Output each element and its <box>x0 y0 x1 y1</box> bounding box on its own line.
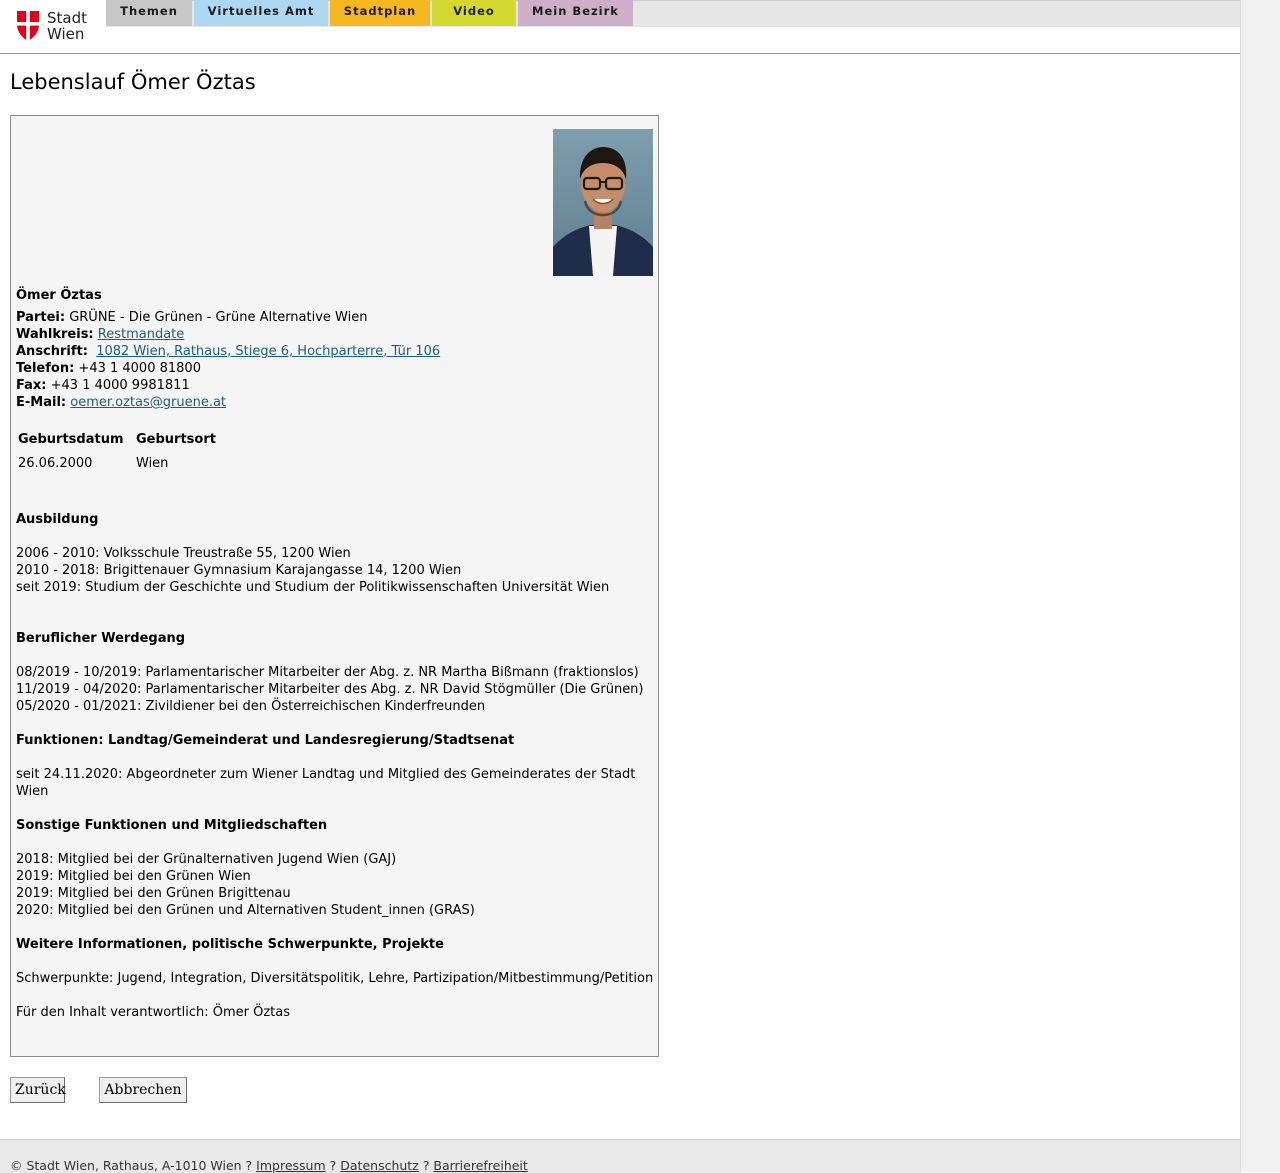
constituency-link[interactable]: Restmandate <box>98 327 185 342</box>
tab-video[interactable]: Video <box>432 0 516 26</box>
phone-row: Telefon: +43 1 4000 81800 <box>16 361 201 376</box>
section-line: Schwerpunkte: Jugend, Integration, Diver… <box>16 971 654 986</box>
person-name: Ömer Öztas <box>16 288 102 303</box>
section-line: 08/2019 - 10/2019: Parlamentarischer Mit… <box>16 665 639 680</box>
birth-date-value: 26.06.2000 <box>18 456 93 471</box>
section-title: Beruflicher Werdegang <box>16 631 186 646</box>
section-line: seit 24.11.2020: Abgeordneter zum Wiener… <box>16 767 636 799</box>
section-line: 2018: Mitglied bei der Grünalternativen … <box>16 852 397 867</box>
section-line: 2019: Mitglied bei den Grünen Brigittena… <box>16 886 291 901</box>
fax-row: Fax: +43 1 4000 9981811 <box>16 378 190 393</box>
section-ausbildung: Ausbildung 2006 - 2010: Volksschule Treu… <box>16 511 656 596</box>
address-row: Anschrift: 1082 Wien, Rathaus, Stiege 6,… <box>16 344 441 359</box>
cancel-button[interactable]: Abbrechen <box>99 1077 187 1103</box>
section-title: Weitere Informationen, politische Schwer… <box>16 937 444 952</box>
section-line: 2006 - 2010: Volksschule Treustraße 55, … <box>16 546 351 561</box>
fax-value: +43 1 4000 9981811 <box>50 378 190 393</box>
tab-stadtplan[interactable]: Stadtplan <box>330 0 430 26</box>
party-row: Partei: GRÜNE - Die Grünen - Grüne Alter… <box>16 310 368 325</box>
section-mitgliedschaften: Sonstige Funktionen und Mitgliedschaften… <box>16 817 656 919</box>
impressum-link[interactable]: Impressum <box>256 1158 325 1173</box>
barrierefreiheit-link[interactable]: Barrierefreiheit <box>433 1158 527 1173</box>
section-line: 11/2019 - 04/2020: Parlamentarischer Mit… <box>16 682 644 697</box>
profile-box: Ömer Öztas Partei: GRÜNE - Die Grünen - … <box>10 115 659 1057</box>
address-link[interactable]: 1082 Wien, Rathaus, Stiege 6, Hochparter… <box>96 344 440 359</box>
section-title: Funktionen: Landtag/Gemeinderat und Land… <box>16 733 515 748</box>
contact-block: Partei: GRÜNE - Die Grünen - Grüne Alter… <box>16 309 440 411</box>
email-link[interactable]: oemer.oztas@gruene.at <box>70 395 226 410</box>
birth-place-header: Geburtsort <box>136 432 216 447</box>
email-row: E-Mail: oemer.oztas@gruene.at <box>16 395 227 410</box>
section-line: 2020: Mitglied bei den Grünen und Altern… <box>16 903 475 918</box>
footer-text: © Stadt Wien, Rathaus, A-1010 Wien ? Imp… <box>10 1158 528 1173</box>
section-title: Sonstige Funktionen und Mitgliedschaften <box>16 818 328 833</box>
back-button[interactable]: Zurück <box>10 1077 66 1103</box>
logo-text: Stadt Wien <box>47 9 87 43</box>
section-weitere-informationen: Weitere Informationen, politische Schwer… <box>16 936 656 987</box>
scrollbar-area[interactable] <box>1240 0 1280 1172</box>
footer-separator: ? <box>329 1158 337 1173</box>
section-beruflicher-werdegang: Beruflicher Werdegang 08/2019 - 10/2019:… <box>16 630 656 715</box>
phone-value: +43 1 4000 81800 <box>78 361 201 376</box>
section-line: 05/2020 - 01/2021: Zivildiener bei den Ö… <box>16 699 486 714</box>
section-funktionen: Funktionen: Landtag/Gemeinderat und Land… <box>16 732 656 800</box>
section-line: 2019: Mitglied bei den Grünen Wien <box>16 869 251 884</box>
tab-virtuelles-amt[interactable]: Virtuelles Amt <box>194 0 328 26</box>
site-footer: © Stadt Wien, Rathaus, A-1010 Wien ? Imp… <box>0 1139 1240 1173</box>
stadt-wien-logo[interactable]: Stadt Wien <box>16 10 96 42</box>
footer-separator: ? <box>422 1158 430 1173</box>
datenschutz-link[interactable]: Datenschutz <box>340 1158 419 1173</box>
page: Stadt Wien Themen Virtuelles Amt Stadtpl… <box>0 0 1240 1173</box>
section-title: Ausbildung <box>16 512 99 527</box>
section-line: 2010 - 2018: Brigittenauer Gymnasium Kar… <box>16 563 462 578</box>
party-value: GRÜNE - Die Grünen - Grüne Alternative W… <box>69 310 368 325</box>
top-navigation: Themen Virtuelles Amt Stadtplan Video Me… <box>106 0 635 26</box>
page-title: Lebenslauf Ömer Öztas <box>10 70 256 94</box>
tab-mein-bezirk[interactable]: Mein Bezirk <box>518 0 633 26</box>
portrait-photo <box>553 129 653 276</box>
responsible-note: Für den Inhalt verantwortlich: Ömer Özta… <box>16 1005 290 1020</box>
section-line: seit 2019: Studium der Geschichte und St… <box>16 580 610 595</box>
site-header: Stadt Wien Themen Virtuelles Amt Stadtpl… <box>0 0 1240 54</box>
constituency-row: Wahlkreis: Restmandate <box>16 327 185 342</box>
birth-date-header: Geburtsdatum <box>18 432 124 447</box>
birth-place-value: Wien <box>136 456 169 471</box>
tab-themen[interactable]: Themen <box>106 0 192 26</box>
footer-copyright: © Stadt Wien, Rathaus, A-1010 Wien ? <box>10 1158 253 1173</box>
wien-shield-icon <box>17 11 39 41</box>
